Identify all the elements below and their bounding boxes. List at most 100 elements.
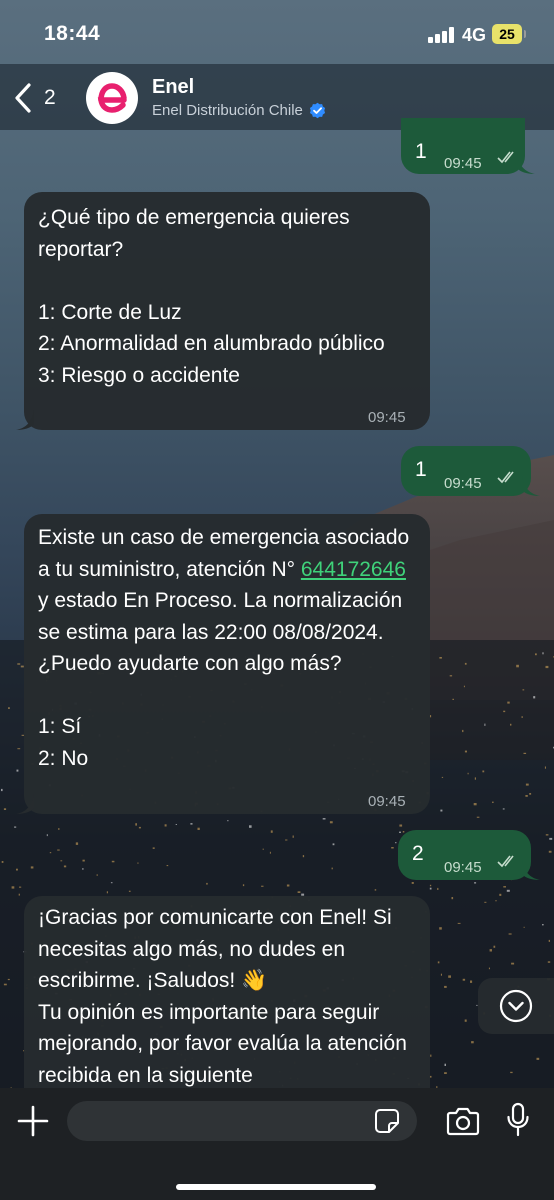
message-text: 1 — [415, 140, 427, 163]
city-light — [297, 891, 301, 893]
city-light — [60, 860, 63, 862]
city-light — [464, 662, 467, 665]
city-light — [58, 828, 60, 830]
city-light — [429, 884, 432, 887]
sticker-icon[interactable] — [374, 1108, 400, 1134]
battery-icon: 25 — [492, 24, 526, 44]
city-light — [451, 897, 454, 900]
city-light — [462, 978, 466, 981]
city-light — [482, 770, 485, 773]
city-light — [467, 772, 469, 775]
city-light — [516, 664, 519, 668]
city-light — [493, 945, 496, 948]
city-light — [262, 848, 264, 850]
city-light — [440, 973, 442, 976]
message-bubble-incoming[interactable]: ¿Qué tipo de emergencia quieres reportar… — [24, 192, 430, 430]
message-text-part: y estado En Proceso. La normalización se… — [38, 589, 403, 770]
city-light — [164, 824, 167, 827]
city-light — [57, 849, 60, 851]
city-light — [1, 788, 3, 792]
city-light — [542, 924, 544, 926]
city-light — [8, 707, 10, 709]
city-light — [439, 927, 442, 930]
city-light — [190, 823, 193, 825]
city-light — [3, 983, 7, 986]
bubble-tail — [517, 154, 535, 174]
enel-logo — [97, 83, 127, 113]
city-light — [542, 652, 544, 655]
message-bubble-outgoing[interactable]: 1 09:45 — [401, 118, 525, 174]
contact-subtitle-text: Enel Distribución Chile — [152, 102, 303, 119]
message-input[interactable] — [67, 1101, 417, 1141]
back-button[interactable]: 2 — [12, 80, 56, 116]
city-light — [535, 653, 537, 656]
home-indicator — [176, 1184, 376, 1190]
city-light — [110, 882, 113, 884]
contact-name[interactable]: Enel — [152, 76, 194, 99]
city-light — [529, 793, 532, 795]
unread-count: 2 — [44, 86, 56, 109]
city-light — [536, 1057, 540, 1060]
bubble-tail — [522, 476, 540, 496]
city-light — [16, 769, 19, 772]
city-light — [17, 663, 21, 665]
city-light — [11, 886, 15, 889]
city-light — [489, 949, 492, 952]
message-time: 09:45 — [368, 409, 406, 426]
city-light — [444, 985, 447, 988]
chevron-left-icon — [15, 83, 31, 113]
city-light — [503, 710, 506, 713]
city-light — [19, 886, 22, 888]
message-bubble-outgoing[interactable]: 1 09:45 — [401, 446, 531, 496]
case-number-link[interactable]: 644172646 — [301, 558, 406, 581]
message-time: 09:45 — [444, 475, 482, 492]
city-light — [322, 818, 326, 820]
city-light — [511, 962, 515, 965]
city-light — [499, 893, 502, 896]
scroll-to-bottom-button[interactable] — [478, 978, 554, 1034]
city-light — [402, 831, 405, 833]
city-light — [152, 847, 155, 849]
city-light — [521, 716, 523, 718]
city-light — [444, 1063, 446, 1066]
city-light — [474, 777, 476, 780]
message-time: 09:45 — [368, 793, 406, 810]
city-light — [286, 884, 290, 887]
city-light — [391, 847, 394, 849]
city-light — [82, 859, 85, 862]
city-light — [492, 801, 494, 803]
city-light — [166, 865, 169, 867]
city-light — [82, 868, 84, 870]
message-bubble-incoming[interactable]: Existe un caso de emergencia asociado a … — [24, 514, 430, 814]
city-light — [510, 1071, 513, 1074]
status-bar: 18:44 4G 25 — [0, 0, 554, 64]
city-light — [106, 891, 108, 894]
city-light — [49, 852, 52, 854]
city-light — [484, 901, 487, 903]
city-light — [175, 824, 177, 825]
message-time: 09:45 — [444, 859, 482, 876]
city-light — [63, 865, 67, 868]
city-light — [16, 868, 18, 871]
city-light — [439, 657, 442, 659]
city-light — [270, 830, 273, 833]
city-light — [3, 808, 7, 810]
message-bubble-outgoing[interactable]: 2 09:45 — [398, 830, 531, 880]
city-light — [448, 975, 451, 978]
city-light — [227, 820, 229, 822]
city-light — [545, 665, 549, 669]
city-light — [548, 939, 550, 942]
mic-icon[interactable] — [506, 1102, 530, 1138]
city-light — [249, 825, 252, 828]
city-light — [473, 803, 477, 806]
camera-icon[interactable] — [446, 1106, 480, 1136]
message-text: ¡Gracias por comunicarte con Enel! Si ne… — [38, 906, 407, 1087]
double-check-icon — [497, 471, 514, 484]
avatar[interactable] — [86, 72, 138, 124]
plus-icon[interactable] — [16, 1104, 50, 1138]
city-light — [508, 933, 512, 935]
city-light — [440, 809, 443, 812]
city-light — [18, 893, 20, 896]
city-light — [549, 837, 553, 840]
city-light — [96, 874, 98, 876]
